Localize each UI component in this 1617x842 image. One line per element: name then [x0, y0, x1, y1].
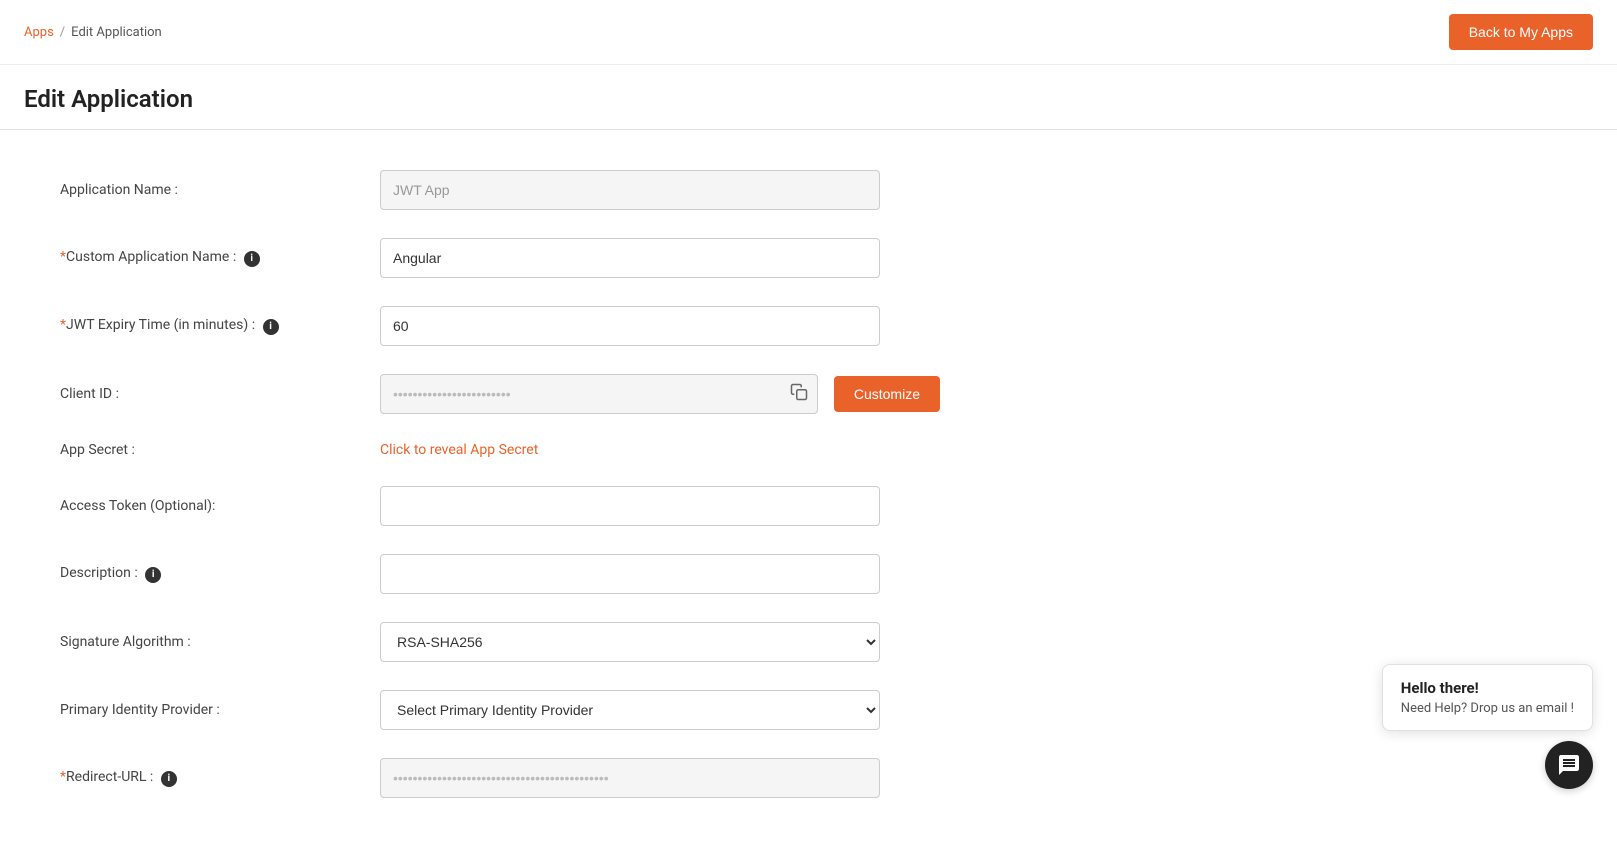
custom-app-name-label: *Custom Application Name : i — [60, 249, 380, 267]
customize-button[interactable]: Customize — [834, 376, 940, 412]
client-id-wrapper — [380, 374, 818, 414]
client-id-row: Client ID : Customize — [60, 374, 940, 414]
client-id-input — [380, 374, 818, 414]
description-input[interactable] — [380, 554, 880, 594]
redirect-url-info-icon[interactable]: i — [161, 771, 177, 787]
description-label: Description : i — [60, 565, 380, 583]
access-token-label: Access Token (Optional): — [60, 498, 380, 514]
primary-idp-label: Primary Identity Provider : — [60, 702, 380, 718]
chat-widget: Hello there! Need Help? Drop us an email… — [1382, 664, 1593, 789]
edit-application-form: Application Name : *Custom Application N… — [0, 154, 1000, 842]
breadcrumb-current: Edit Application — [71, 25, 162, 40]
app-secret-row: App Secret : Click to reveal App Secret — [60, 442, 940, 458]
primary-idp-row: Primary Identity Provider : Select Prima… — [60, 690, 940, 730]
description-info-icon[interactable]: i — [145, 567, 161, 583]
breadcrumb-apps-link[interactable]: Apps — [24, 25, 54, 40]
application-name-row: Application Name : — [60, 170, 940, 210]
breadcrumb: Apps / Edit Application — [24, 25, 162, 40]
page-title: Edit Application — [24, 85, 1593, 113]
copy-icon[interactable] — [790, 383, 808, 405]
chat-bubble: Hello there! Need Help? Drop us an email… — [1382, 664, 1593, 731]
reveal-app-secret-link[interactable]: Click to reveal App Secret — [380, 442, 538, 458]
custom-app-name-input[interactable] — [380, 238, 880, 278]
application-name-label: Application Name : — [60, 182, 380, 198]
application-name-input — [380, 170, 880, 210]
jwt-expiry-label: *JWT Expiry Time (in minutes) : i — [60, 317, 380, 335]
signature-algorithm-label: Signature Algorithm : — [60, 634, 380, 650]
chat-open-button[interactable] — [1545, 741, 1593, 789]
redirect-url-row: *Redirect-URL : i — [60, 758, 940, 798]
top-bar: Apps / Edit Application Back to My Apps — [0, 0, 1617, 65]
access-token-input[interactable] — [380, 486, 880, 526]
access-token-row: Access Token (Optional): — [60, 486, 940, 526]
chat-help-text: Need Help? Drop us an email ! — [1401, 701, 1574, 716]
chat-icon-button-wrapper — [1382, 741, 1593, 789]
custom-app-name-info-icon[interactable]: i — [244, 251, 260, 267]
page-header: Edit Application — [0, 65, 1617, 129]
jwt-expiry-input[interactable] — [380, 306, 880, 346]
chat-hello-text: Hello there! — [1401, 679, 1574, 697]
breadcrumb-separator: / — [60, 25, 65, 40]
primary-idp-select[interactable]: Select Primary Identity Provider — [380, 690, 880, 730]
signature-algorithm-row: Signature Algorithm : RSA-SHA256 HS256 R… — [60, 622, 940, 662]
redirect-url-input — [380, 758, 880, 798]
redirect-url-label: *Redirect-URL : i — [60, 769, 380, 787]
jwt-expiry-info-icon[interactable]: i — [263, 319, 279, 335]
header-divider — [0, 129, 1617, 130]
description-row: Description : i — [60, 554, 940, 594]
app-secret-label: App Secret : — [60, 442, 380, 458]
redirect-url-wrapper — [380, 758, 880, 798]
back-to-my-apps-button[interactable]: Back to My Apps — [1449, 14, 1593, 50]
signature-algorithm-select[interactable]: RSA-SHA256 HS256 RS256 — [380, 622, 880, 662]
client-id-label: Client ID : — [60, 386, 380, 402]
custom-app-name-row: *Custom Application Name : i — [60, 238, 940, 278]
jwt-expiry-row: *JWT Expiry Time (in minutes) : i — [60, 306, 940, 346]
